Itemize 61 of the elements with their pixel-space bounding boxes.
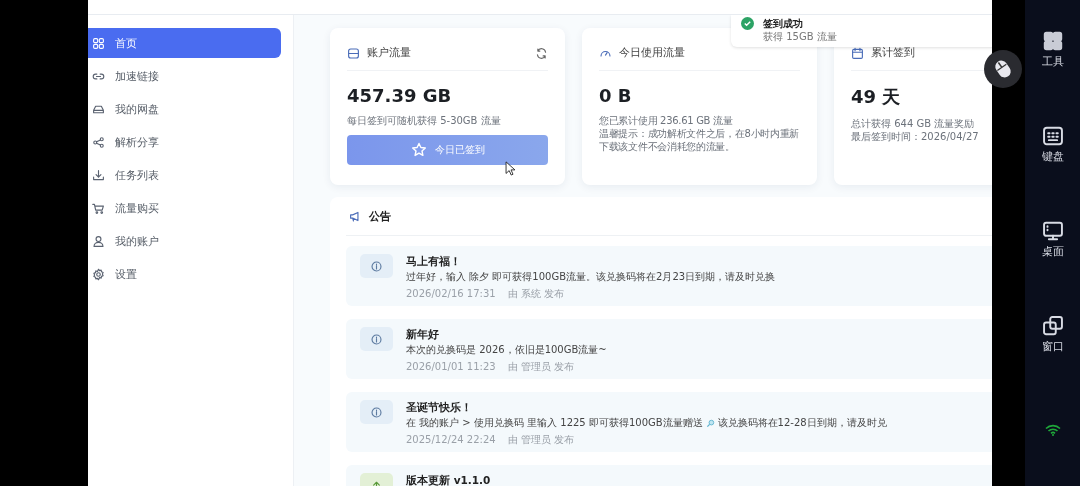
database-icon bbox=[347, 46, 360, 60]
share-icon bbox=[92, 135, 105, 149]
cart-icon bbox=[92, 201, 105, 215]
monitor-icon bbox=[1041, 220, 1064, 242]
megaphone-icon bbox=[349, 209, 362, 223]
post-date: 2026/01/01 11:23 bbox=[406, 360, 496, 374]
nav-item[interactable]: 加速链接 bbox=[88, 61, 281, 91]
info-icon bbox=[370, 332, 383, 346]
panel-title: 公告 bbox=[369, 208, 391, 224]
announcement-text: 该兑换码将在12-28日到期，请及时兑 bbox=[717, 416, 887, 430]
announcement-title: 新年好 bbox=[406, 327, 440, 342]
post-author: 由 管理员 发布 bbox=[507, 360, 574, 374]
nav-item[interactable]: 我的网盘 bbox=[88, 94, 281, 124]
stat-value: 457.39 GB bbox=[347, 85, 453, 106]
card-title: 今日使用流量 bbox=[619, 46, 686, 60]
info-icon bbox=[370, 405, 383, 419]
card-title: 账户流量 bbox=[367, 46, 412, 60]
nav-item[interactable]: 设置 bbox=[88, 259, 281, 289]
card-text: 总计获得 644 GB 流量奖励 bbox=[851, 117, 976, 130]
announcement-title: 圣诞节快乐！ bbox=[406, 400, 473, 415]
refresh-icon[interactable] bbox=[535, 46, 548, 60]
nav-item[interactable]: 首页 bbox=[88, 28, 281, 58]
grid-icon bbox=[1041, 30, 1064, 52]
post-author: 由 管理员 发布 bbox=[507, 433, 574, 447]
grid-icon bbox=[92, 36, 105, 50]
nav-item[interactable]: 我的账户 bbox=[88, 226, 281, 256]
keyboard-icon bbox=[1041, 125, 1064, 147]
download-icon bbox=[92, 168, 105, 182]
announcement-text: 本次的兑换码是 2026，依旧是100GB流量~ bbox=[406, 343, 607, 357]
announcement-text: 在 我的账户 > 使用兑换码 里输入 1225 即可获得100GB流量赠送 bbox=[406, 416, 703, 430]
toolbar-button[interactable]: 工具 bbox=[1041, 30, 1064, 69]
info-icon bbox=[370, 259, 383, 273]
post-date: 2026/02/16 17:31 bbox=[406, 287, 496, 301]
announcement-text: 过年好，输入 除夕 即可获得100GB流量。该兑换码将在2月23日到期，请及时兑换 bbox=[406, 270, 776, 284]
nav-item[interactable]: 流量购买 bbox=[88, 193, 281, 223]
calendar-icon bbox=[851, 46, 864, 60]
toast-title: 签到成功 bbox=[763, 17, 804, 30]
nav-item[interactable]: 解析分享 bbox=[88, 127, 281, 157]
card-text: 每日签到可随机获得 5-30GB 流量 bbox=[347, 114, 502, 127]
post-date: 2025/12/24 22:24 bbox=[406, 433, 496, 447]
toast-message: 获得 15GB 流量 bbox=[763, 30, 837, 43]
card-title: 累计签到 bbox=[871, 46, 916, 60]
announcement-title: 马上有福！ bbox=[406, 254, 462, 269]
wifi-icon bbox=[1044, 424, 1061, 436]
stat-value: 0 B bbox=[599, 85, 633, 106]
toolbar-button[interactable]: 键盘 bbox=[1041, 125, 1064, 164]
announcement-title: 版本更新 v1.1.0 bbox=[406, 473, 491, 486]
user-icon bbox=[92, 234, 105, 248]
settings-icon bbox=[92, 267, 105, 281]
toolbar-button[interactable]: 桌面 bbox=[1041, 220, 1064, 259]
star-icon bbox=[410, 142, 427, 158]
stat-value: 49 天 bbox=[851, 85, 902, 109]
nav-item[interactable]: 任务列表 bbox=[88, 160, 281, 190]
card-text: 您已累计使用 236.61 GB 流量 bbox=[599, 114, 734, 127]
cursor-icon bbox=[505, 161, 516, 177]
windows-icon bbox=[1041, 315, 1064, 337]
card-text: 温馨提示：成功解析文件之后，在8小时内重新下载该文件不会消耗您的流量。 bbox=[599, 127, 800, 153]
magnifier-icon bbox=[705, 418, 715, 428]
card-text: 最后签到时间：2026/04/27 bbox=[851, 130, 980, 143]
toolbar-button[interactable]: 窗口 bbox=[1041, 315, 1064, 354]
post-author: 由 系统 发布 bbox=[507, 287, 564, 301]
